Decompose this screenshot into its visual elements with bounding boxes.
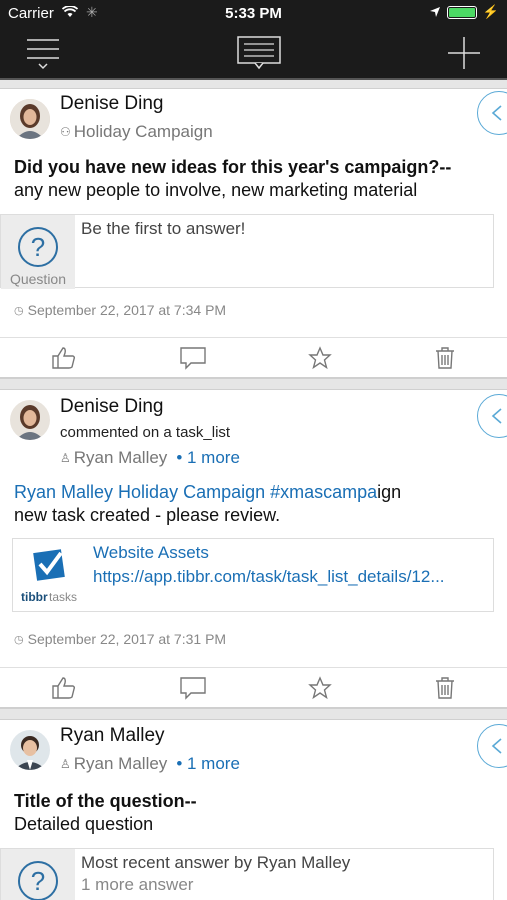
question-label: Question: [9, 271, 67, 287]
svg-text:?: ?: [31, 866, 45, 896]
add-button[interactable]: [440, 28, 488, 78]
post-title: Title of the question--: [14, 791, 197, 811]
mention-line: ♙ Ryan Malley • 1 more: [60, 754, 240, 774]
question-badge: ?: [1, 849, 75, 900]
clock-icon: ◷: [14, 304, 24, 317]
post-card: Ryan Malley ♙ Ryan Malley • 1 more Title…: [0, 719, 507, 900]
compose-icon: [237, 36, 281, 70]
collapse-button[interactable]: [477, 394, 507, 438]
like-icon[interactable]: [51, 676, 77, 700]
author-name[interactable]: Denise Ding: [60, 93, 164, 115]
menu-button[interactable]: [18, 28, 68, 78]
attachment-title[interactable]: Website Assets: [93, 543, 209, 563]
more-mentions-link[interactable]: • 1 more: [176, 448, 240, 468]
logo-text: tibbr: [21, 590, 48, 604]
group-name[interactable]: Holiday Campaign: [74, 122, 213, 142]
separator: [0, 377, 507, 389]
timestamp: September 22, 2017 at 7:34 PM: [27, 302, 227, 318]
author-name[interactable]: Denise Ding: [60, 396, 164, 418]
timestamp: September 22, 2017 at 7:31 PM: [27, 631, 227, 647]
recent-answer[interactable]: Most recent answer by Ryan Malley: [81, 853, 350, 873]
star-icon[interactable]: [308, 345, 333, 370]
post-link-line: Ryan Malley Holiday Campaign #xmascampai…: [14, 482, 401, 503]
task-check-icon: tibbr tasks: [21, 549, 77, 604]
location-icon: [429, 7, 440, 17]
group-line: ⚇ Holiday Campaign: [60, 122, 213, 142]
post-card: Denise Ding ⚇ Holiday Campaign Did you h…: [0, 88, 507, 377]
chevron-left-icon: [491, 105, 502, 121]
more-mentions-link[interactable]: • 1 more: [176, 754, 240, 774]
question-box[interactable]: ? Question Be the first to answer!: [0, 214, 494, 289]
mention-line: ♙ Ryan Malley • 1 more: [60, 448, 240, 468]
more-answers[interactable]: 1 more answer: [81, 875, 193, 895]
battery-icon: [446, 5, 477, 19]
logo-text-tasks: tasks: [49, 590, 77, 604]
collapse-button[interactable]: [477, 91, 507, 135]
question-icon: ?: [18, 861, 58, 900]
mention-name[interactable]: Ryan Malley: [74, 448, 168, 468]
star-icon[interactable]: [308, 675, 333, 700]
clock-icon: ◷: [14, 633, 24, 646]
comment-icon[interactable]: [179, 346, 207, 370]
status-right: ⚡: [429, 4, 499, 20]
attachment-url[interactable]: https://app.tibbr.com/task/task_list_det…: [93, 567, 489, 587]
separator: [0, 707, 507, 719]
delete-icon[interactable]: [434, 676, 456, 700]
group-icon: ⚇: [60, 125, 71, 139]
avatar[interactable]: [10, 400, 50, 440]
avatar[interactable]: [10, 99, 50, 139]
nav-bar: [0, 28, 507, 80]
timestamp-line: ◷ September 22, 2017 at 7:34 PM: [14, 302, 226, 318]
charging-icon: ⚡: [482, 4, 499, 19]
svg-text:?: ?: [31, 232, 45, 262]
attachment-card[interactable]: tibbr tasks Website Assets https://app.t…: [12, 538, 494, 612]
action-bar: [0, 337, 507, 377]
post-title: Did you have new ideas for this year's c…: [14, 157, 452, 177]
link-suffix: ign: [377, 482, 402, 502]
post-body: new task created - please review.: [14, 505, 281, 525]
avatar[interactable]: [10, 730, 50, 770]
menu-icon: [27, 39, 59, 70]
question-box[interactable]: ? Most recent answer by Ryan Malley 1 mo…: [0, 848, 494, 900]
mention-name[interactable]: Ryan Malley: [74, 754, 168, 774]
post-body: any new people to involve, new marketing…: [14, 180, 418, 200]
avatar-image: [10, 400, 50, 440]
comment-icon[interactable]: [179, 676, 207, 700]
status-bar: Carrier ✳ 5:33 PM ⚡: [0, 0, 507, 28]
delete-icon[interactable]: [434, 346, 456, 370]
user-icon: ♙: [60, 451, 71, 465]
user-icon: ♙: [60, 757, 71, 771]
tibbr-tasks-logo: tibbr tasks: [17, 543, 89, 607]
avatar-image: [10, 730, 50, 770]
activity-action: commented on a task_list: [60, 424, 231, 441]
add-icon: [448, 37, 480, 69]
chevron-left-icon: [491, 408, 502, 424]
collapse-button[interactable]: [477, 724, 507, 768]
task-list-link[interactable]: Ryan Malley Holiday Campaign #xmascampa: [14, 482, 377, 502]
post-body: Detailed question: [14, 814, 154, 834]
chevron-left-icon: [491, 738, 502, 754]
author-name[interactable]: Ryan Malley: [60, 725, 165, 747]
post-card: Denise Ding commented on a task_list ♙ R…: [0, 389, 507, 707]
activity-feed[interactable]: Denise Ding ⚇ Holiday Campaign Did you h…: [0, 80, 507, 900]
compose-button[interactable]: [232, 28, 286, 78]
action-bar: [0, 667, 507, 707]
question-badge: ? Question: [1, 215, 75, 289]
like-icon[interactable]: [51, 346, 77, 370]
answer-prompt[interactable]: Be the first to answer!: [81, 219, 245, 239]
avatar-image: [10, 99, 50, 139]
question-icon: ?: [18, 227, 58, 267]
timestamp-line: ◷ September 22, 2017 at 7:31 PM: [14, 631, 226, 647]
